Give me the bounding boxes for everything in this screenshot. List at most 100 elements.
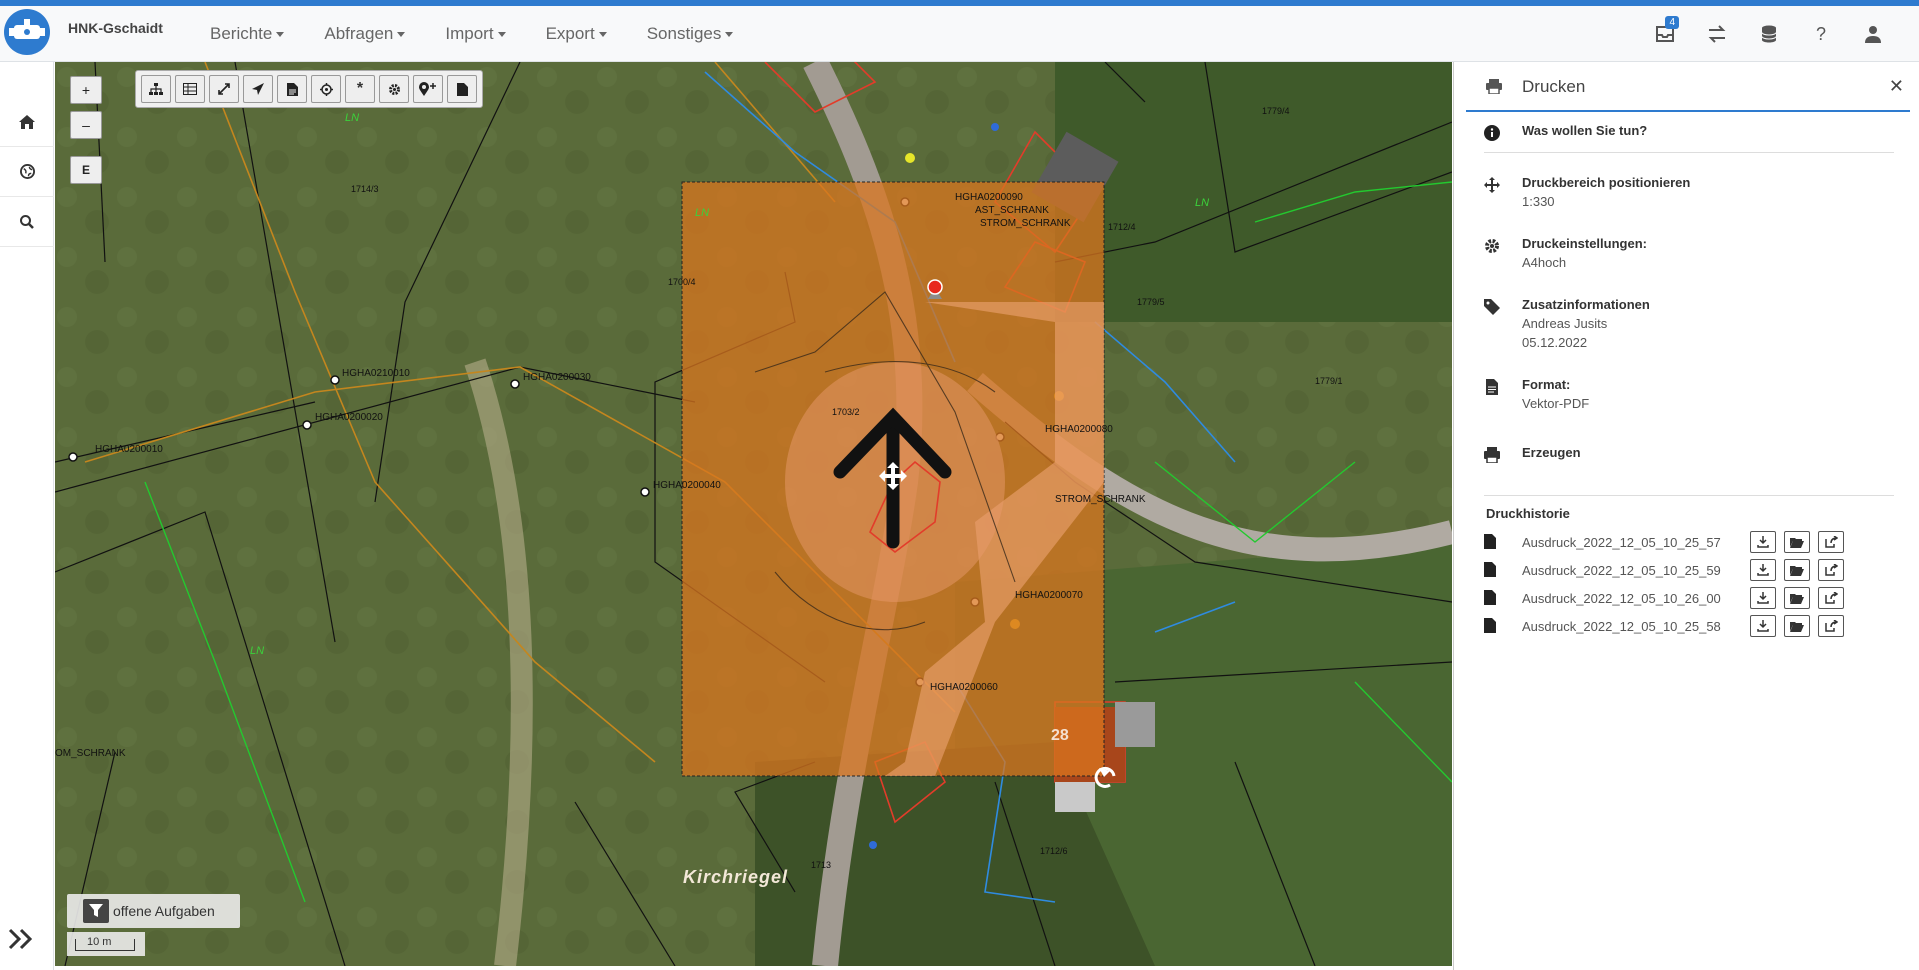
history-row: Ausdruck_2022_12_05_10_26_00 [1484, 587, 1894, 611]
search-button[interactable] [0, 197, 54, 247]
download-icon [1757, 592, 1769, 604]
expand-sidebar-button[interactable] [8, 924, 34, 958]
inbox-badge: 4 [1665, 16, 1679, 29]
menu-abfragen[interactable]: Abfragen [324, 24, 406, 44]
map-canvas [55, 62, 1452, 966]
help-button[interactable]: ? [1795, 6, 1847, 62]
menu-export[interactable]: Export [546, 24, 607, 44]
parcel-label: 1779/4 [1262, 106, 1290, 116]
locate-tool-button[interactable] [311, 75, 341, 103]
step-value: Andreas Jusits [1522, 316, 1608, 331]
arrows-move-icon [1484, 177, 1500, 193]
download-button[interactable] [1750, 559, 1776, 581]
folder-open-icon [1790, 621, 1804, 632]
map-label: HGHA0200040 [653, 480, 721, 491]
open-folder-button[interactable] [1784, 531, 1810, 553]
database-button[interactable] [1743, 6, 1795, 62]
search-icon [20, 214, 34, 229]
edit-mode-button[interactable]: E [70, 156, 102, 184]
map-label: HGHA0200070 [1015, 590, 1083, 601]
add-marker-tool-button[interactable] [413, 75, 443, 103]
menu-label: Berichte [210, 24, 273, 43]
document-tool-button[interactable] [277, 75, 307, 103]
snap-tool-button[interactable]: * [345, 75, 375, 103]
zoom-out-button[interactable]: – [70, 111, 102, 139]
sync-button[interactable] [1691, 6, 1743, 62]
print-panel: Drucken ✕ Was wollen Sie tun? Druckberei… [1453, 62, 1919, 970]
share-button[interactable] [1818, 531, 1844, 553]
download-icon [1757, 620, 1769, 632]
share-button[interactable] [1818, 615, 1844, 637]
settings-tool-button[interactable] [379, 75, 409, 103]
home-button[interactable] [0, 97, 54, 147]
step-title: Format: [1522, 377, 1571, 392]
map-view[interactable]: HGHA0210010 HGHA0200020 HGHA0200030 HGHA… [55, 62, 1452, 966]
parcel-label: 1703/2 [832, 407, 860, 417]
map-label: HGHA0200020 [315, 412, 383, 423]
menu-sonstiges[interactable]: Sonstiges [647, 24, 734, 44]
share-icon [1824, 620, 1838, 632]
print-area[interactable] [681, 181, 1105, 777]
gear-icon [1485, 239, 1499, 253]
tag-icon [1484, 299, 1500, 315]
location-arrow-icon [252, 83, 264, 95]
step-value: 05.12.2022 [1522, 335, 1588, 350]
scale-label: 10 m [87, 936, 112, 948]
app-logo[interactable] [4, 9, 50, 55]
open-folder-button[interactable] [1784, 615, 1810, 637]
fullscreen-tool-button[interactable] [209, 75, 239, 103]
history-title: Druckhistorie [1486, 506, 1570, 521]
location-pin-icon[interactable] [927, 279, 943, 299]
download-button[interactable] [1750, 615, 1776, 637]
open-tasks-button[interactable]: offene Aufgaben [67, 894, 240, 928]
file-text-icon [286, 82, 298, 96]
share-button[interactable] [1818, 559, 1844, 581]
printer-icon [1484, 447, 1500, 463]
step-value: A4hoch [1522, 255, 1567, 270]
open-folder-button[interactable] [1784, 587, 1810, 609]
menu-berichte[interactable]: Berichte [210, 24, 285, 44]
history-file-name: Ausdruck_2022_12_05_10_25_59 [1522, 563, 1721, 578]
close-icon[interactable]: ✕ [1889, 76, 1904, 97]
menu-import[interactable]: Import [445, 24, 506, 44]
file-icon [1484, 590, 1496, 605]
step-title: Erzeugen [1522, 445, 1581, 460]
parcel-label: 1714/3 [351, 184, 379, 194]
history-row: Ausdruck_2022_12_05_10_25_57 [1484, 531, 1894, 555]
exchange-icon [1708, 25, 1726, 43]
menu-label: Export [545, 24, 595, 43]
inbox-button[interactable]: 4 [1639, 6, 1691, 62]
menu-label: Sonstiges [646, 24, 722, 43]
navigate-tool-button[interactable] [243, 75, 273, 103]
chevron-down-icon [276, 32, 285, 38]
history-actions [1750, 615, 1852, 637]
filter-icon [83, 899, 109, 923]
print-tool-button[interactable] [447, 75, 477, 103]
open-folder-button[interactable] [1784, 559, 1810, 581]
zoom-in-button[interactable]: + [70, 76, 102, 104]
tree-tool-button[interactable] [141, 75, 171, 103]
parcel-label: 1712/4 [1108, 222, 1136, 232]
step-title: Zusatzinformationen [1522, 297, 1650, 312]
step-title: Druckeinstellungen: [1522, 236, 1647, 251]
history-row: Ausdruck_2022_12_05_10_25_59 [1484, 559, 1894, 583]
map-toolbar: * [135, 70, 483, 108]
parcel-label: 1700/4 [668, 277, 696, 287]
share-button[interactable] [1818, 587, 1844, 609]
table-icon [183, 83, 197, 95]
user-icon [1865, 26, 1881, 43]
download-button[interactable] [1750, 531, 1776, 553]
user-button[interactable] [1847, 6, 1899, 62]
chevron-down-icon [397, 32, 406, 38]
step-title: Druckbereich positionieren [1522, 175, 1691, 190]
scale-bar: 10 m [67, 932, 145, 956]
globe-button[interactable] [0, 147, 54, 197]
history-actions [1750, 587, 1852, 609]
land-use-label: LN [695, 207, 710, 219]
crosshairs-icon [319, 82, 333, 96]
parcel-label: 1779/1 [1315, 376, 1343, 386]
folder-open-icon [1790, 593, 1804, 604]
question-text: Was wollen Sie tun? [1522, 123, 1648, 138]
table-tool-button[interactable] [175, 75, 205, 103]
download-button[interactable] [1750, 587, 1776, 609]
